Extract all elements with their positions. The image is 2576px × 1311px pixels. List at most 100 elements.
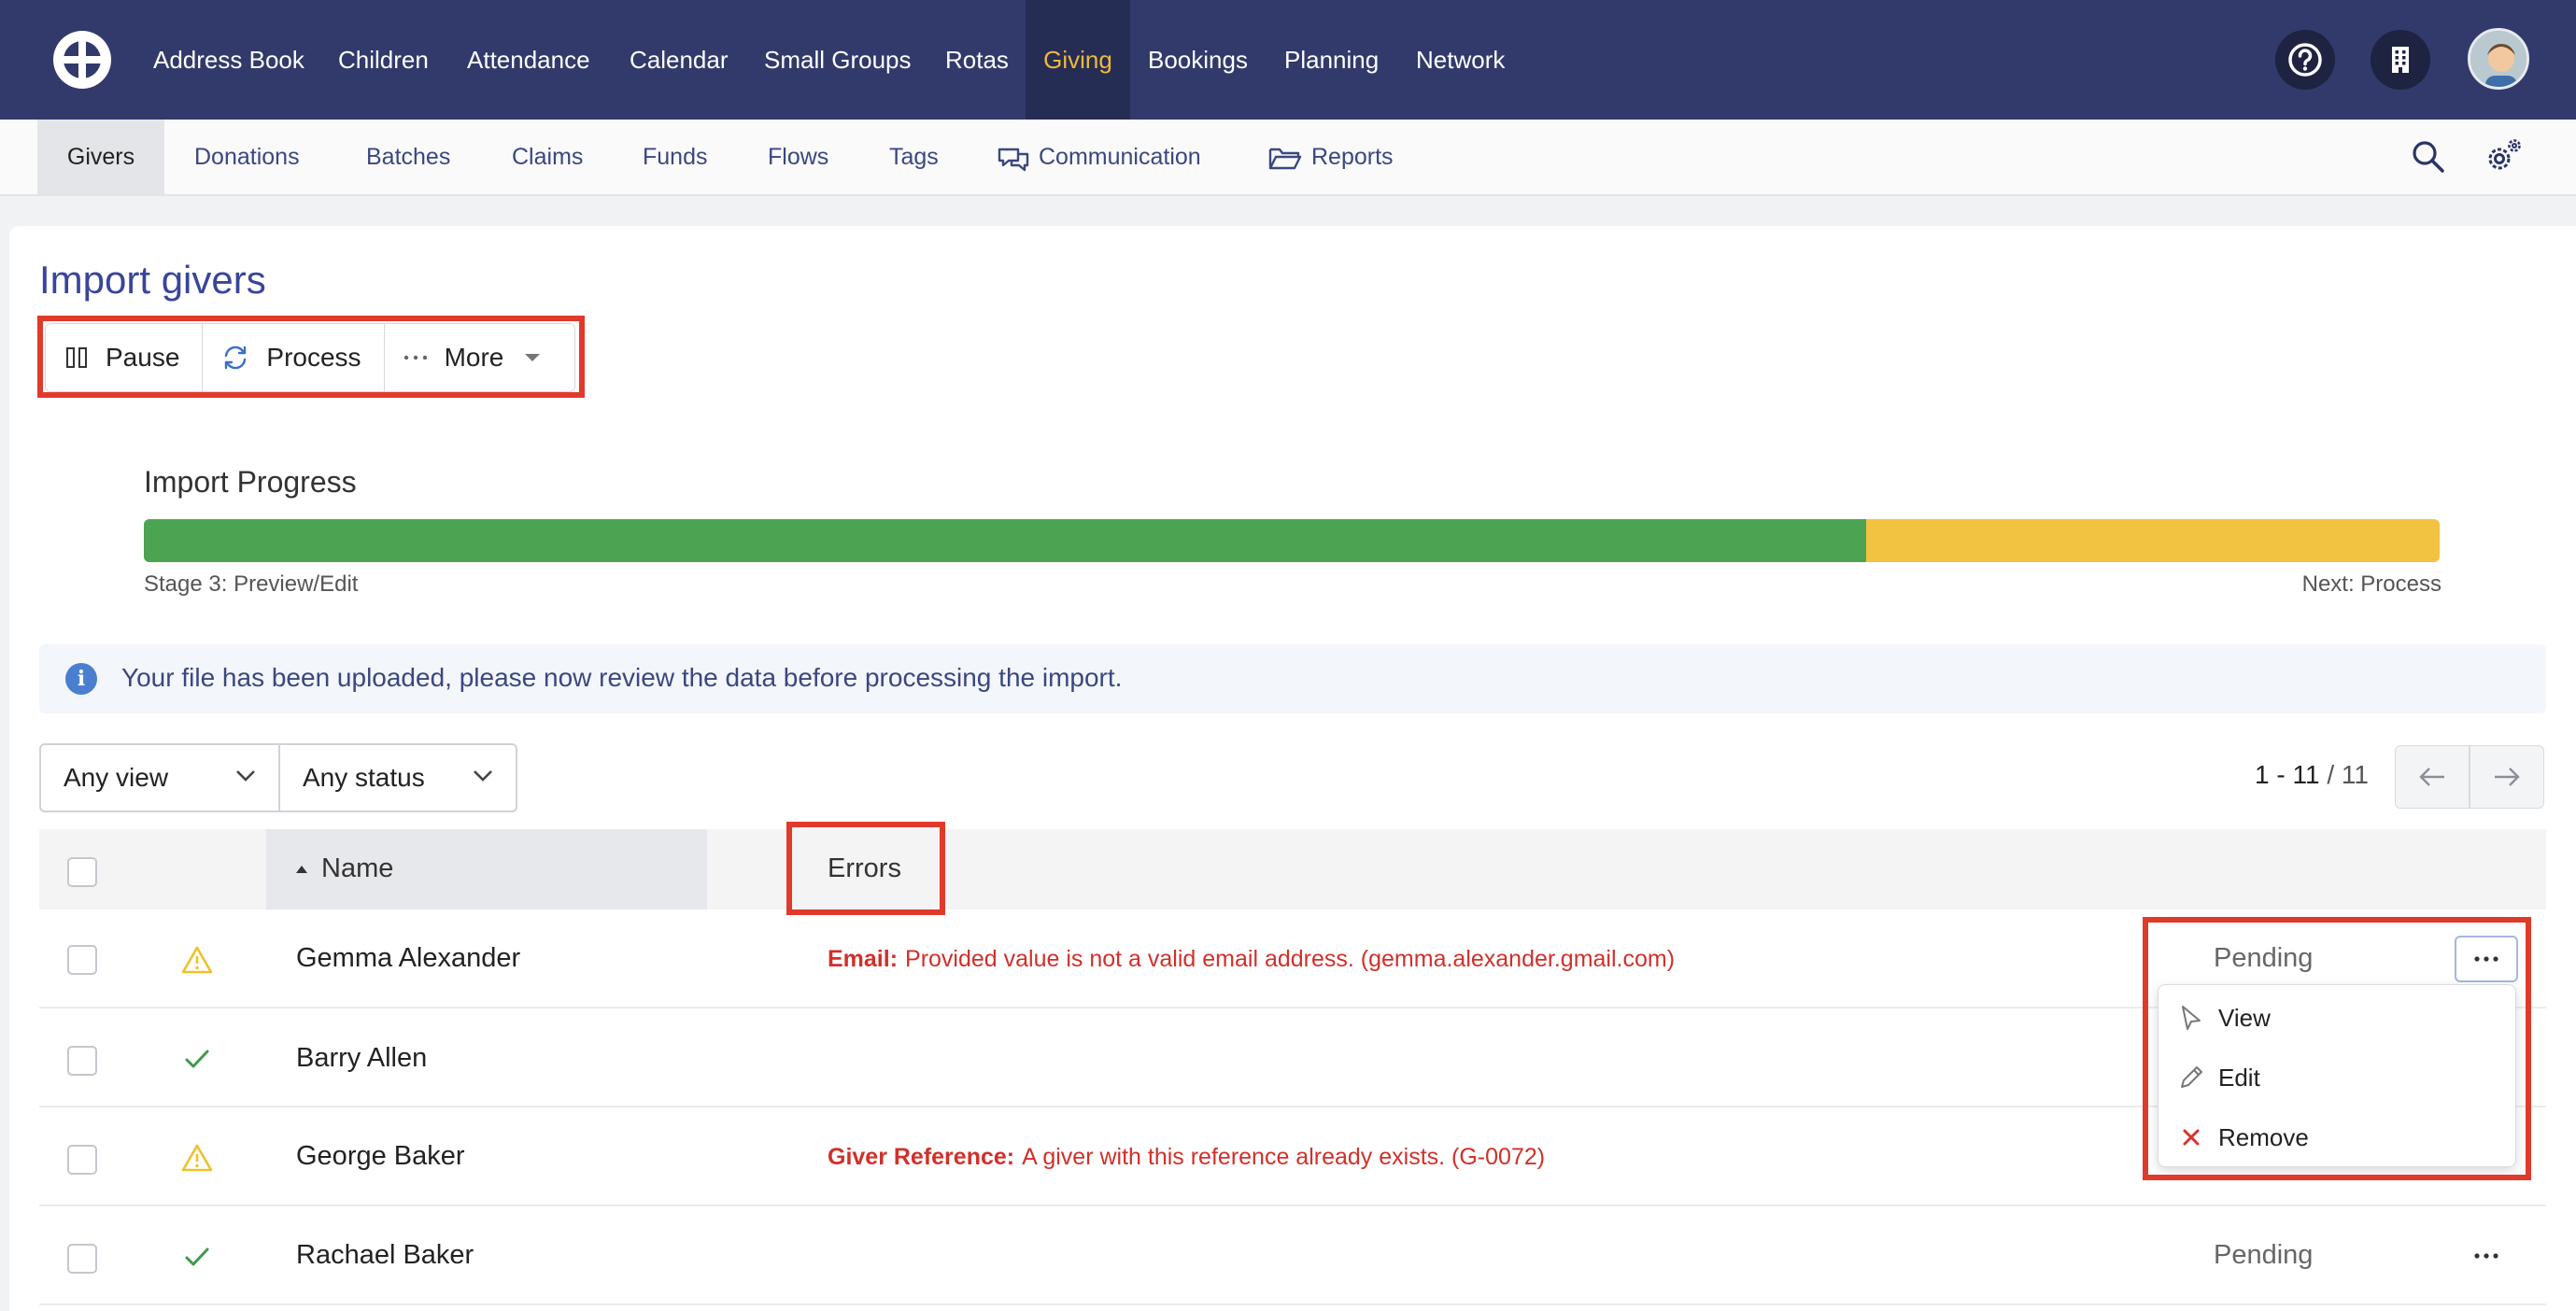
avatar-image bbox=[2470, 31, 2526, 87]
tab-tags[interactable]: Tags bbox=[889, 120, 939, 194]
check-icon bbox=[185, 1248, 209, 1266]
nav-attendance[interactable]: Attendance bbox=[467, 0, 590, 120]
next-page-button[interactable] bbox=[2470, 745, 2544, 809]
row-name[interactable]: George Baker bbox=[296, 1141, 465, 1172]
name-header-label: Name bbox=[321, 853, 394, 883]
cursor-icon bbox=[2182, 1006, 2201, 1030]
remove-label: Remove bbox=[2218, 1123, 2309, 1151]
alert-message: Your file has been uploaded, please now … bbox=[121, 663, 1123, 692]
ellipsis-icon bbox=[2474, 956, 2498, 962]
row-name[interactable]: Barry Allen bbox=[296, 1043, 427, 1074]
current-stage: Stage 3: Preview/Edit bbox=[144, 571, 359, 597]
nav-planning[interactable]: Planning bbox=[1284, 0, 1379, 120]
check-icon bbox=[185, 1050, 209, 1068]
progress-fill bbox=[144, 519, 1866, 562]
tab-donations[interactable]: Donations bbox=[194, 120, 300, 194]
row-name[interactable]: Rachael Baker bbox=[296, 1240, 474, 1271]
app-logo-icon[interactable] bbox=[50, 28, 114, 92]
settings-icon[interactable] bbox=[2483, 136, 2524, 177]
pause-button[interactable]: Pause bbox=[46, 324, 204, 391]
arrow-left-icon bbox=[2419, 768, 2444, 786]
sort-asc-icon bbox=[296, 866, 307, 873]
row-actions-menu: View Edit Remove bbox=[2158, 984, 2516, 1167]
row-error: Email: Provided value is not a valid emai… bbox=[828, 946, 1675, 973]
error-field: Giver Reference: bbox=[828, 1144, 1015, 1170]
info-alert: i Your file has been uploaded, please no… bbox=[39, 644, 2546, 713]
row-checkbox[interactable] bbox=[67, 1145, 97, 1175]
pencil-icon bbox=[2181, 1066, 2202, 1088]
nav-calendar[interactable]: Calendar bbox=[630, 0, 729, 120]
row-name[interactable]: Gemma Alexander bbox=[296, 943, 520, 974]
errors-column-header: Errors bbox=[828, 853, 901, 883]
nav-rotas[interactable]: Rotas bbox=[945, 0, 1009, 120]
import-progress-bar bbox=[144, 519, 2440, 562]
help-button[interactable] bbox=[2275, 30, 2335, 90]
nav-address-book[interactable]: Address Book bbox=[153, 0, 304, 120]
nav-small-groups[interactable]: Small Groups bbox=[764, 0, 912, 120]
select-all-checkbox[interactable] bbox=[67, 857, 97, 887]
menu-item-view[interactable]: View bbox=[2158, 989, 2517, 1047]
user-avatar[interactable] bbox=[2468, 28, 2529, 90]
row-actions-button[interactable] bbox=[2455, 1233, 2518, 1279]
tab-givers[interactable]: Givers bbox=[37, 120, 164, 194]
status-filter-select[interactable]: Any status bbox=[278, 743, 517, 812]
tab-flows[interactable]: Flows bbox=[768, 120, 828, 194]
row-error: Giver Reference: A giver with this refere… bbox=[828, 1144, 1545, 1171]
view-filter-value: Any view bbox=[64, 763, 169, 792]
chevron-down-icon bbox=[236, 770, 255, 782]
arrow-right-icon bbox=[2495, 768, 2520, 786]
row-checkbox[interactable] bbox=[67, 1244, 97, 1274]
status-filter-value: Any status bbox=[303, 763, 425, 792]
tab-funds[interactable]: Funds bbox=[643, 120, 707, 194]
warning-icon bbox=[181, 946, 213, 974]
tab-batches[interactable]: Batches bbox=[366, 120, 450, 194]
nav-bookings[interactable]: Bookings bbox=[1148, 0, 1248, 120]
chat-icon bbox=[998, 148, 1029, 172]
row-checkbox[interactable] bbox=[67, 945, 97, 975]
import-toolbar: Pause Process More bbox=[45, 323, 575, 392]
edit-label: Edit bbox=[2218, 1064, 2260, 1092]
ellipsis-icon bbox=[403, 355, 427, 360]
next-stage: Next: Process bbox=[2301, 571, 2442, 597]
tab-reports[interactable]: Reports bbox=[1311, 120, 1394, 194]
tab-communication[interactable]: Communication bbox=[1039, 120, 1201, 194]
row-checkbox[interactable] bbox=[67, 1046, 97, 1076]
pause-icon bbox=[66, 347, 87, 368]
search-icon[interactable] bbox=[2410, 138, 2447, 176]
organisation-button[interactable] bbox=[2371, 30, 2430, 90]
help-icon bbox=[2288, 43, 2322, 77]
view-filter-select[interactable]: Any view bbox=[39, 743, 280, 812]
more-label: More bbox=[444, 343, 504, 372]
tab-claims[interactable]: Claims bbox=[512, 120, 583, 194]
warning-icon bbox=[181, 1144, 213, 1172]
menu-item-edit[interactable]: Edit bbox=[2158, 1049, 2517, 1107]
refresh-icon bbox=[225, 345, 247, 370]
error-field: Email: bbox=[828, 946, 899, 972]
previous-page-button[interactable] bbox=[2395, 745, 2470, 809]
page-title: Import givers bbox=[39, 258, 266, 302]
process-label: Process bbox=[266, 343, 361, 372]
close-icon bbox=[2183, 1129, 2200, 1146]
view-label: View bbox=[2218, 1004, 2271, 1032]
pause-label: Pause bbox=[106, 343, 180, 372]
row-actions-button[interactable] bbox=[2455, 936, 2518, 982]
sub-navigation: Givers Donations Batches Claims Funds Fl… bbox=[0, 120, 2576, 196]
folder-icon bbox=[1268, 148, 1302, 170]
process-button[interactable]: Process bbox=[203, 324, 385, 391]
pagination-total: / 11 bbox=[2327, 760, 2369, 789]
caret-down-icon bbox=[525, 354, 541, 361]
building-icon bbox=[2392, 47, 2409, 73]
row-status: Pending bbox=[2214, 943, 2314, 973]
nav-network[interactable]: Network bbox=[1416, 0, 1505, 120]
menu-item-remove[interactable]: Remove bbox=[2158, 1108, 2517, 1166]
ellipsis-icon bbox=[2474, 1253, 2498, 1259]
progress-label: Import Progress bbox=[144, 465, 357, 499]
more-button[interactable]: More bbox=[385, 324, 564, 391]
nav-children[interactable]: Children bbox=[338, 0, 429, 120]
chevron-down-icon bbox=[474, 770, 492, 782]
nav-giving[interactable]: Giving bbox=[1026, 0, 1130, 120]
info-icon: i bbox=[65, 663, 97, 695]
pagination-summary: 1 - 11 / 11 bbox=[2255, 760, 2369, 790]
pagination-range: 1 - 11 bbox=[2255, 760, 2320, 789]
error-message: A giver with this reference already exis… bbox=[1022, 1144, 1546, 1170]
